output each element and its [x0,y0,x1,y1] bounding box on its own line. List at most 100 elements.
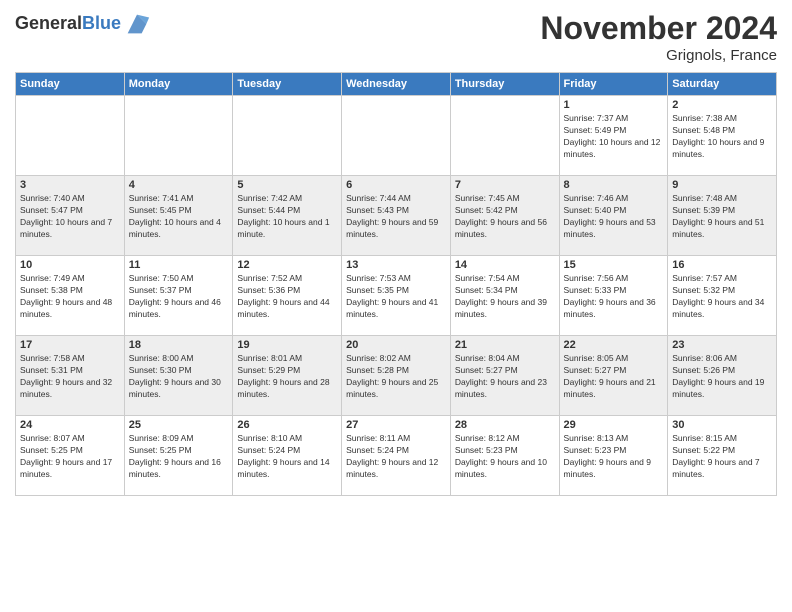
table-cell: 23 Sunrise: 8:06 AM Sunset: 5:26 PM Dayli… [668,336,777,416]
day-info: Sunrise: 8:02 AM Sunset: 5:28 PM Dayligh… [346,353,446,401]
day-number: 7 [455,179,555,191]
calendar-week-5: 24 Sunrise: 8:07 AM Sunset: 5:25 PM Dayli… [16,416,777,496]
day-number: 25 [129,419,229,431]
day-info: Sunrise: 7:46 AM Sunset: 5:40 PM Dayligh… [564,193,664,241]
table-cell [233,96,342,176]
table-cell: 9Sunrise: 7:48 AM Sunset: 5:39 PM Daylig… [668,176,777,256]
day-number: 24 [20,419,120,431]
logo-icon [123,10,151,38]
table-cell: 17 Sunrise: 7:58 AM Sunset: 5:31 PM Dayli… [16,336,125,416]
table-cell [342,96,451,176]
table-cell: 27Sunrise: 8:11 AM Sunset: 5:24 PM Dayli… [342,416,451,496]
table-cell: 4 Sunrise: 7:41 AM Sunset: 5:45 PM Daylig… [124,176,233,256]
day-info: Sunrise: 7:41 AM Sunset: 5:45 PM Dayligh… [129,193,229,241]
header-thursday: Thursday [450,73,559,96]
table-cell: 18 Sunrise: 8:00 AM Sunset: 5:30 PM Dayli… [124,336,233,416]
day-number: 5 [237,179,337,191]
day-info: Sunrise: 7:40 AM Sunset: 5:47 PM Dayligh… [20,193,120,241]
header-sunday: Sunday [16,73,125,96]
table-cell: 6 Sunrise: 7:44 AM Sunset: 5:43 PM Daylig… [342,176,451,256]
day-info: Sunrise: 7:38 AM Sunset: 5:48 PM Dayligh… [672,113,772,161]
calendar-week-2: 3Sunrise: 7:40 AM Sunset: 5:47 PM Daylig… [16,176,777,256]
table-cell: 8 Sunrise: 7:46 AM Sunset: 5:40 PM Daylig… [559,176,668,256]
day-number: 27 [346,419,446,431]
table-cell: 22 Sunrise: 8:05 AM Sunset: 5:27 PM Dayli… [559,336,668,416]
header-monday: Monday [124,73,233,96]
day-number: 21 [455,339,555,351]
day-info: Sunrise: 8:01 AM Sunset: 5:29 PM Dayligh… [237,353,337,401]
day-number: 8 [564,179,664,191]
day-info: Sunrise: 8:15 AM Sunset: 5:22 PM Dayligh… [672,433,772,481]
day-number: 11 [129,259,229,271]
calendar-week-4: 17 Sunrise: 7:58 AM Sunset: 5:31 PM Dayli… [16,336,777,416]
day-number: 9 [672,179,772,191]
day-number: 30 [672,419,772,431]
day-number: 14 [455,259,555,271]
day-number: 2 [672,99,772,111]
day-number: 18 [129,339,229,351]
day-number: 23 [672,339,772,351]
header-wednesday: Wednesday [342,73,451,96]
day-info: Sunrise: 7:49 AM Sunset: 5:38 PM Dayligh… [20,273,120,321]
table-cell: 14 Sunrise: 7:54 AM Sunset: 5:34 PM Dayli… [450,256,559,336]
day-number: 17 [20,339,120,351]
day-info: Sunrise: 7:37 AM Sunset: 5:49 PM Dayligh… [564,113,664,161]
day-info: Sunrise: 7:50 AM Sunset: 5:37 PM Dayligh… [129,273,229,321]
table-cell: 29 Sunrise: 8:13 AM Sunset: 5:23 PM Dayli… [559,416,668,496]
day-info: Sunrise: 7:44 AM Sunset: 5:43 PM Dayligh… [346,193,446,241]
day-number: 4 [129,179,229,191]
table-cell: 20Sunrise: 8:02 AM Sunset: 5:28 PM Dayli… [342,336,451,416]
table-cell: 5 Sunrise: 7:42 AM Sunset: 5:44 PM Daylig… [233,176,342,256]
table-cell: 13 Sunrise: 7:53 AM Sunset: 5:35 PM Dayli… [342,256,451,336]
day-number: 6 [346,179,446,191]
calendar-week-3: 10 Sunrise: 7:49 AM Sunset: 5:38 PM Dayli… [16,256,777,336]
day-info: Sunrise: 8:05 AM Sunset: 5:27 PM Dayligh… [564,353,664,401]
day-number: 29 [564,419,664,431]
day-number: 19 [237,339,337,351]
table-cell: 12 Sunrise: 7:52 AM Sunset: 5:36 PM Dayli… [233,256,342,336]
table-cell: 21 Sunrise: 8:04 AM Sunset: 5:27 PM Dayli… [450,336,559,416]
header-saturday: Saturday [668,73,777,96]
table-cell: 11 Sunrise: 7:50 AM Sunset: 5:37 PM Dayli… [124,256,233,336]
day-info: Sunrise: 7:58 AM Sunset: 5:31 PM Dayligh… [20,353,120,401]
table-cell: 2 Sunrise: 7:38 AM Sunset: 5:48 PM Daylig… [668,96,777,176]
table-cell: 1Sunrise: 7:37 AM Sunset: 5:49 PM Daylig… [559,96,668,176]
table-cell: 19 Sunrise: 8:01 AM Sunset: 5:29 PM Dayli… [233,336,342,416]
calendar-header-row: Sunday Monday Tuesday Wednesday Thursday… [16,73,777,96]
day-info: Sunrise: 7:53 AM Sunset: 5:35 PM Dayligh… [346,273,446,321]
day-number: 16 [672,259,772,271]
day-info: Sunrise: 7:45 AM Sunset: 5:42 PM Dayligh… [455,193,555,241]
table-cell: 28Sunrise: 8:12 AM Sunset: 5:23 PM Dayli… [450,416,559,496]
day-info: Sunrise: 8:12 AM Sunset: 5:23 PM Dayligh… [455,433,555,481]
day-info: Sunrise: 8:13 AM Sunset: 5:23 PM Dayligh… [564,433,664,481]
day-info: Sunrise: 7:54 AM Sunset: 5:34 PM Dayligh… [455,273,555,321]
day-info: Sunrise: 8:06 AM Sunset: 5:26 PM Dayligh… [672,353,772,401]
day-number: 15 [564,259,664,271]
month-title: November 2024 [540,10,777,47]
table-cell: 3Sunrise: 7:40 AM Sunset: 5:47 PM Daylig… [16,176,125,256]
day-info: Sunrise: 8:04 AM Sunset: 5:27 PM Dayligh… [455,353,555,401]
logo-general: GeneralBlue [15,14,121,34]
day-number: 22 [564,339,664,351]
table-cell: 15 Sunrise: 7:56 AM Sunset: 5:33 PM Dayli… [559,256,668,336]
day-info: Sunrise: 8:10 AM Sunset: 5:24 PM Dayligh… [237,433,337,481]
day-info: Sunrise: 7:56 AM Sunset: 5:33 PM Dayligh… [564,273,664,321]
day-number: 12 [237,259,337,271]
day-info: Sunrise: 7:42 AM Sunset: 5:44 PM Dayligh… [237,193,337,241]
table-cell [450,96,559,176]
table-cell [16,96,125,176]
day-number: 13 [346,259,446,271]
table-cell: 16 Sunrise: 7:57 AM Sunset: 5:32 PM Dayli… [668,256,777,336]
title-section: November 2024 Grignols, France [540,10,777,64]
location: Grignols, France [540,47,777,64]
page-header: GeneralBlue November 2024 Grignols, Fran… [15,10,777,64]
day-info: Sunrise: 7:57 AM Sunset: 5:32 PM Dayligh… [672,273,772,321]
day-info: Sunrise: 8:07 AM Sunset: 5:25 PM Dayligh… [20,433,120,481]
day-info: Sunrise: 8:00 AM Sunset: 5:30 PM Dayligh… [129,353,229,401]
day-number: 10 [20,259,120,271]
table-cell: 7 Sunrise: 7:45 AM Sunset: 5:42 PM Daylig… [450,176,559,256]
day-info: Sunrise: 7:52 AM Sunset: 5:36 PM Dayligh… [237,273,337,321]
header-tuesday: Tuesday [233,73,342,96]
table-cell [124,96,233,176]
table-cell: 26Sunrise: 8:10 AM Sunset: 5:24 PM Dayli… [233,416,342,496]
